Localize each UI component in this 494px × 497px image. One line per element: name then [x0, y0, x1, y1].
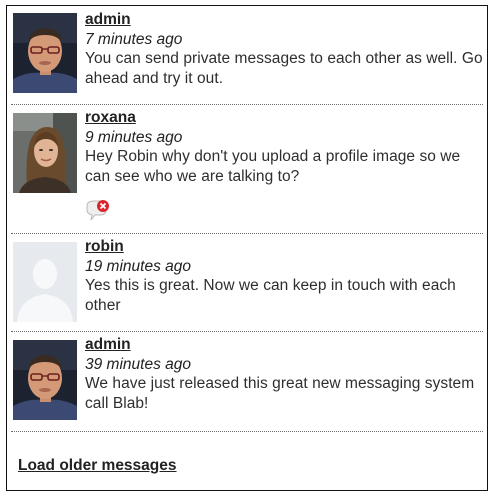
message-text: Yes this is great. Now we can keep in to…: [85, 277, 456, 314]
message-item: roxana 9 minutes ago Hey Robin why don't…: [11, 104, 483, 234]
delete-speech-bubble-icon: [86, 200, 109, 221]
avatar[interactable]: [13, 113, 77, 193]
message-timestamp: 39 minutes ago: [85, 355, 191, 373]
avatar[interactable]: [13, 13, 77, 93]
message-body: robin 19 minutes ago Yes this is great. …: [85, 237, 483, 315]
username-link[interactable]: admin: [85, 10, 483, 30]
message-timestamp: 19 minutes ago: [85, 257, 191, 275]
load-older-messages-link[interactable]: Load older messages: [18, 457, 177, 475]
message-item: admin 7 minutes ago You can send private…: [11, 6, 483, 105]
delete-message-button[interactable]: [85, 198, 113, 222]
message-timestamp: 7 minutes ago: [85, 30, 183, 48]
username-link[interactable]: roxana: [85, 108, 483, 128]
message-text: Hey Robin why don't you upload a profile…: [85, 148, 461, 185]
message-text: We have just released this great new mes…: [85, 375, 475, 412]
message-text: You can send private messages to each ot…: [85, 50, 483, 87]
message-item: robin 19 minutes ago Yes this is great. …: [11, 233, 483, 332]
username-link[interactable]: robin: [85, 237, 483, 257]
message-body: admin 39 minutes ago We have just releas…: [85, 335, 483, 413]
message-body: admin 7 minutes ago You can send private…: [85, 10, 483, 88]
avatar[interactable]: [13, 242, 77, 322]
message-body: roxana 9 minutes ago Hey Robin why don't…: [85, 108, 483, 186]
message-list: admin 7 minutes ago You can send private…: [6, 5, 488, 491]
message-timestamp: 9 minutes ago: [85, 128, 183, 146]
username-link[interactable]: admin: [85, 335, 483, 355]
message-item: admin 39 minutes ago We have just releas…: [11, 331, 483, 432]
avatar[interactable]: [13, 340, 77, 420]
